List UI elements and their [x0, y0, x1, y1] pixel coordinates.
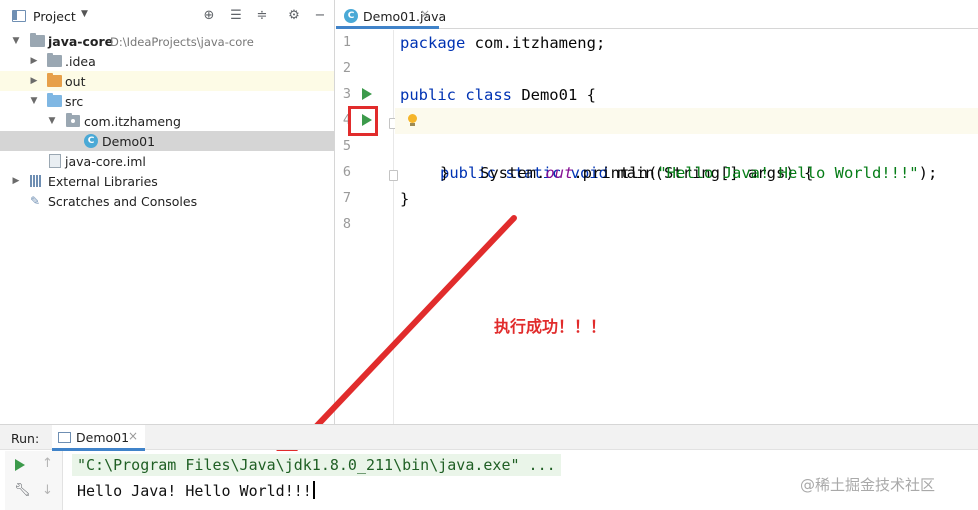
- tree-label: java-core.iml: [65, 154, 146, 169]
- iml-file-icon: [49, 154, 61, 168]
- tree-label: java-core: [48, 34, 114, 49]
- arrow-up-icon[interactable]: ↑: [42, 456, 53, 471]
- code-line-3: public class Demo01 {: [400, 86, 596, 104]
- code-line-5: System.out.println("Hello Java! Hello Wo…: [480, 164, 938, 182]
- watermark: @稀土掘金技术社区: [800, 476, 936, 494]
- project-panel: Project ▼ ⊕ ☰ ≑ ⚙ − ▼ java-core D:\IdeaP…: [0, 0, 335, 424]
- tree-item-out[interactable]: ▶ out: [0, 71, 334, 91]
- tree-item-java-core[interactable]: ▼ java-core D:\IdeaProjects\java-core: [0, 31, 334, 51]
- class-icon: C: [84, 134, 98, 148]
- tab-label: Demo01.java: [363, 9, 447, 24]
- tab-demo01-java[interactable]: C Demo01.java ×: [336, 4, 446, 29]
- code-line-1: package com.itzhameng;: [400, 34, 606, 52]
- project-view-icon: [12, 10, 26, 22]
- folder-icon: [47, 73, 62, 87]
- tree-label: External Libraries: [48, 174, 158, 189]
- console-command-line: "C:\Program Files\Java\jdk1.8.0_211\bin\…: [72, 454, 561, 476]
- rerun-icon[interactable]: [15, 459, 25, 471]
- line-number: 5: [342, 138, 352, 154]
- wrench-icon[interactable]: 🔧︎: [14, 483, 31, 498]
- tree-item-package[interactable]: ▼ com.itzhameng: [0, 111, 334, 131]
- close-icon[interactable]: ×: [128, 429, 138, 443]
- code-line-6: }: [440, 164, 450, 182]
- chevron-right-icon[interactable]: ▶: [29, 54, 39, 68]
- run-tab-demo01[interactable]: Demo01 ×: [52, 425, 145, 451]
- collapse-all-icon[interactable]: ≑: [253, 7, 271, 25]
- code-area[interactable]: package com.itzhameng; public class Demo…: [395, 30, 978, 424]
- chevron-down-icon[interactable]: ▼: [47, 114, 57, 128]
- chevron-down-icon[interactable]: ▼: [11, 34, 21, 48]
- success-annotation: 执行成功！！！: [494, 317, 607, 336]
- run-class-icon[interactable]: [362, 88, 372, 100]
- tree-label: Demo01: [102, 134, 156, 149]
- tree-item-iml[interactable]: java-core.iml: [0, 151, 334, 171]
- line-number: 8: [342, 216, 352, 232]
- tree-item-idea[interactable]: ▶ .idea: [0, 51, 334, 71]
- tree-label: out: [65, 74, 86, 89]
- code-line-4: public static void main(String[] args) {: [395, 108, 978, 182]
- project-toolbar: Project ▼ ⊕ ☰ ≑ ⚙ −: [0, 4, 335, 29]
- tree-label: com.itzhameng: [84, 114, 181, 129]
- tree-item-src[interactable]: ▼ src: [0, 91, 334, 111]
- gear-icon[interactable]: ⚙: [285, 7, 303, 25]
- module-folder-icon: [30, 33, 45, 47]
- chevron-down-icon[interactable]: ▼: [29, 94, 39, 108]
- tree-label: .idea: [65, 54, 96, 69]
- close-icon[interactable]: ×: [420, 7, 430, 21]
- console-icon: [58, 432, 71, 443]
- run-panel-title: Run:: [11, 431, 40, 446]
- line-number: 7: [342, 190, 352, 206]
- tree-label: Scratches and Consoles: [48, 194, 198, 209]
- scratches-icon: ✎: [30, 194, 41, 208]
- library-icon: [30, 175, 45, 187]
- line-number: 6: [342, 164, 352, 180]
- tree-item-external-libraries[interactable]: ▶ External Libraries: [0, 171, 334, 191]
- code-line-7: }: [400, 190, 410, 208]
- chevron-right-icon[interactable]: ▶: [11, 174, 21, 188]
- tree-item-demo01[interactable]: C Demo01: [0, 131, 334, 151]
- chevron-right-icon[interactable]: ▶: [29, 74, 39, 88]
- text-caret: [312, 481, 315, 499]
- line-number: 2: [342, 60, 352, 76]
- run-toolbar: ↑ 🔧︎ ↓: [5, 451, 63, 510]
- project-panel-title[interactable]: Project: [33, 9, 76, 24]
- run-tab-label: Demo01: [76, 430, 130, 445]
- package-icon: [66, 113, 80, 127]
- tree-item-scratches[interactable]: ✎ Scratches and Consoles: [0, 191, 334, 211]
- line-number: 1: [342, 34, 352, 50]
- folder-icon: [47, 53, 62, 67]
- expand-all-icon[interactable]: ☰: [227, 7, 245, 25]
- run-highlight-box: [348, 106, 378, 136]
- source-folder-icon: [47, 93, 62, 107]
- console-output-line: Hello Java! Hello World!!!: [77, 480, 315, 502]
- editor-gutter: 1 2 3 4 5 6 7 8: [336, 30, 398, 424]
- tree-label: src: [65, 94, 84, 109]
- locate-icon[interactable]: ⊕: [200, 7, 218, 25]
- line-number: 3: [342, 86, 352, 102]
- run-panel-header: Run: Demo01 ×: [0, 424, 978, 451]
- class-icon: C: [344, 9, 358, 23]
- bulb-icon[interactable]: [407, 114, 417, 128]
- editor-tab-bar: C Demo01.java ×: [336, 4, 978, 29]
- tree-path: D:\IdeaProjects\java-core: [110, 35, 254, 49]
- arrow-down-icon[interactable]: ↓: [42, 483, 53, 498]
- hide-icon[interactable]: −: [311, 7, 329, 25]
- chevron-down-icon[interactable]: ▼: [81, 9, 88, 19]
